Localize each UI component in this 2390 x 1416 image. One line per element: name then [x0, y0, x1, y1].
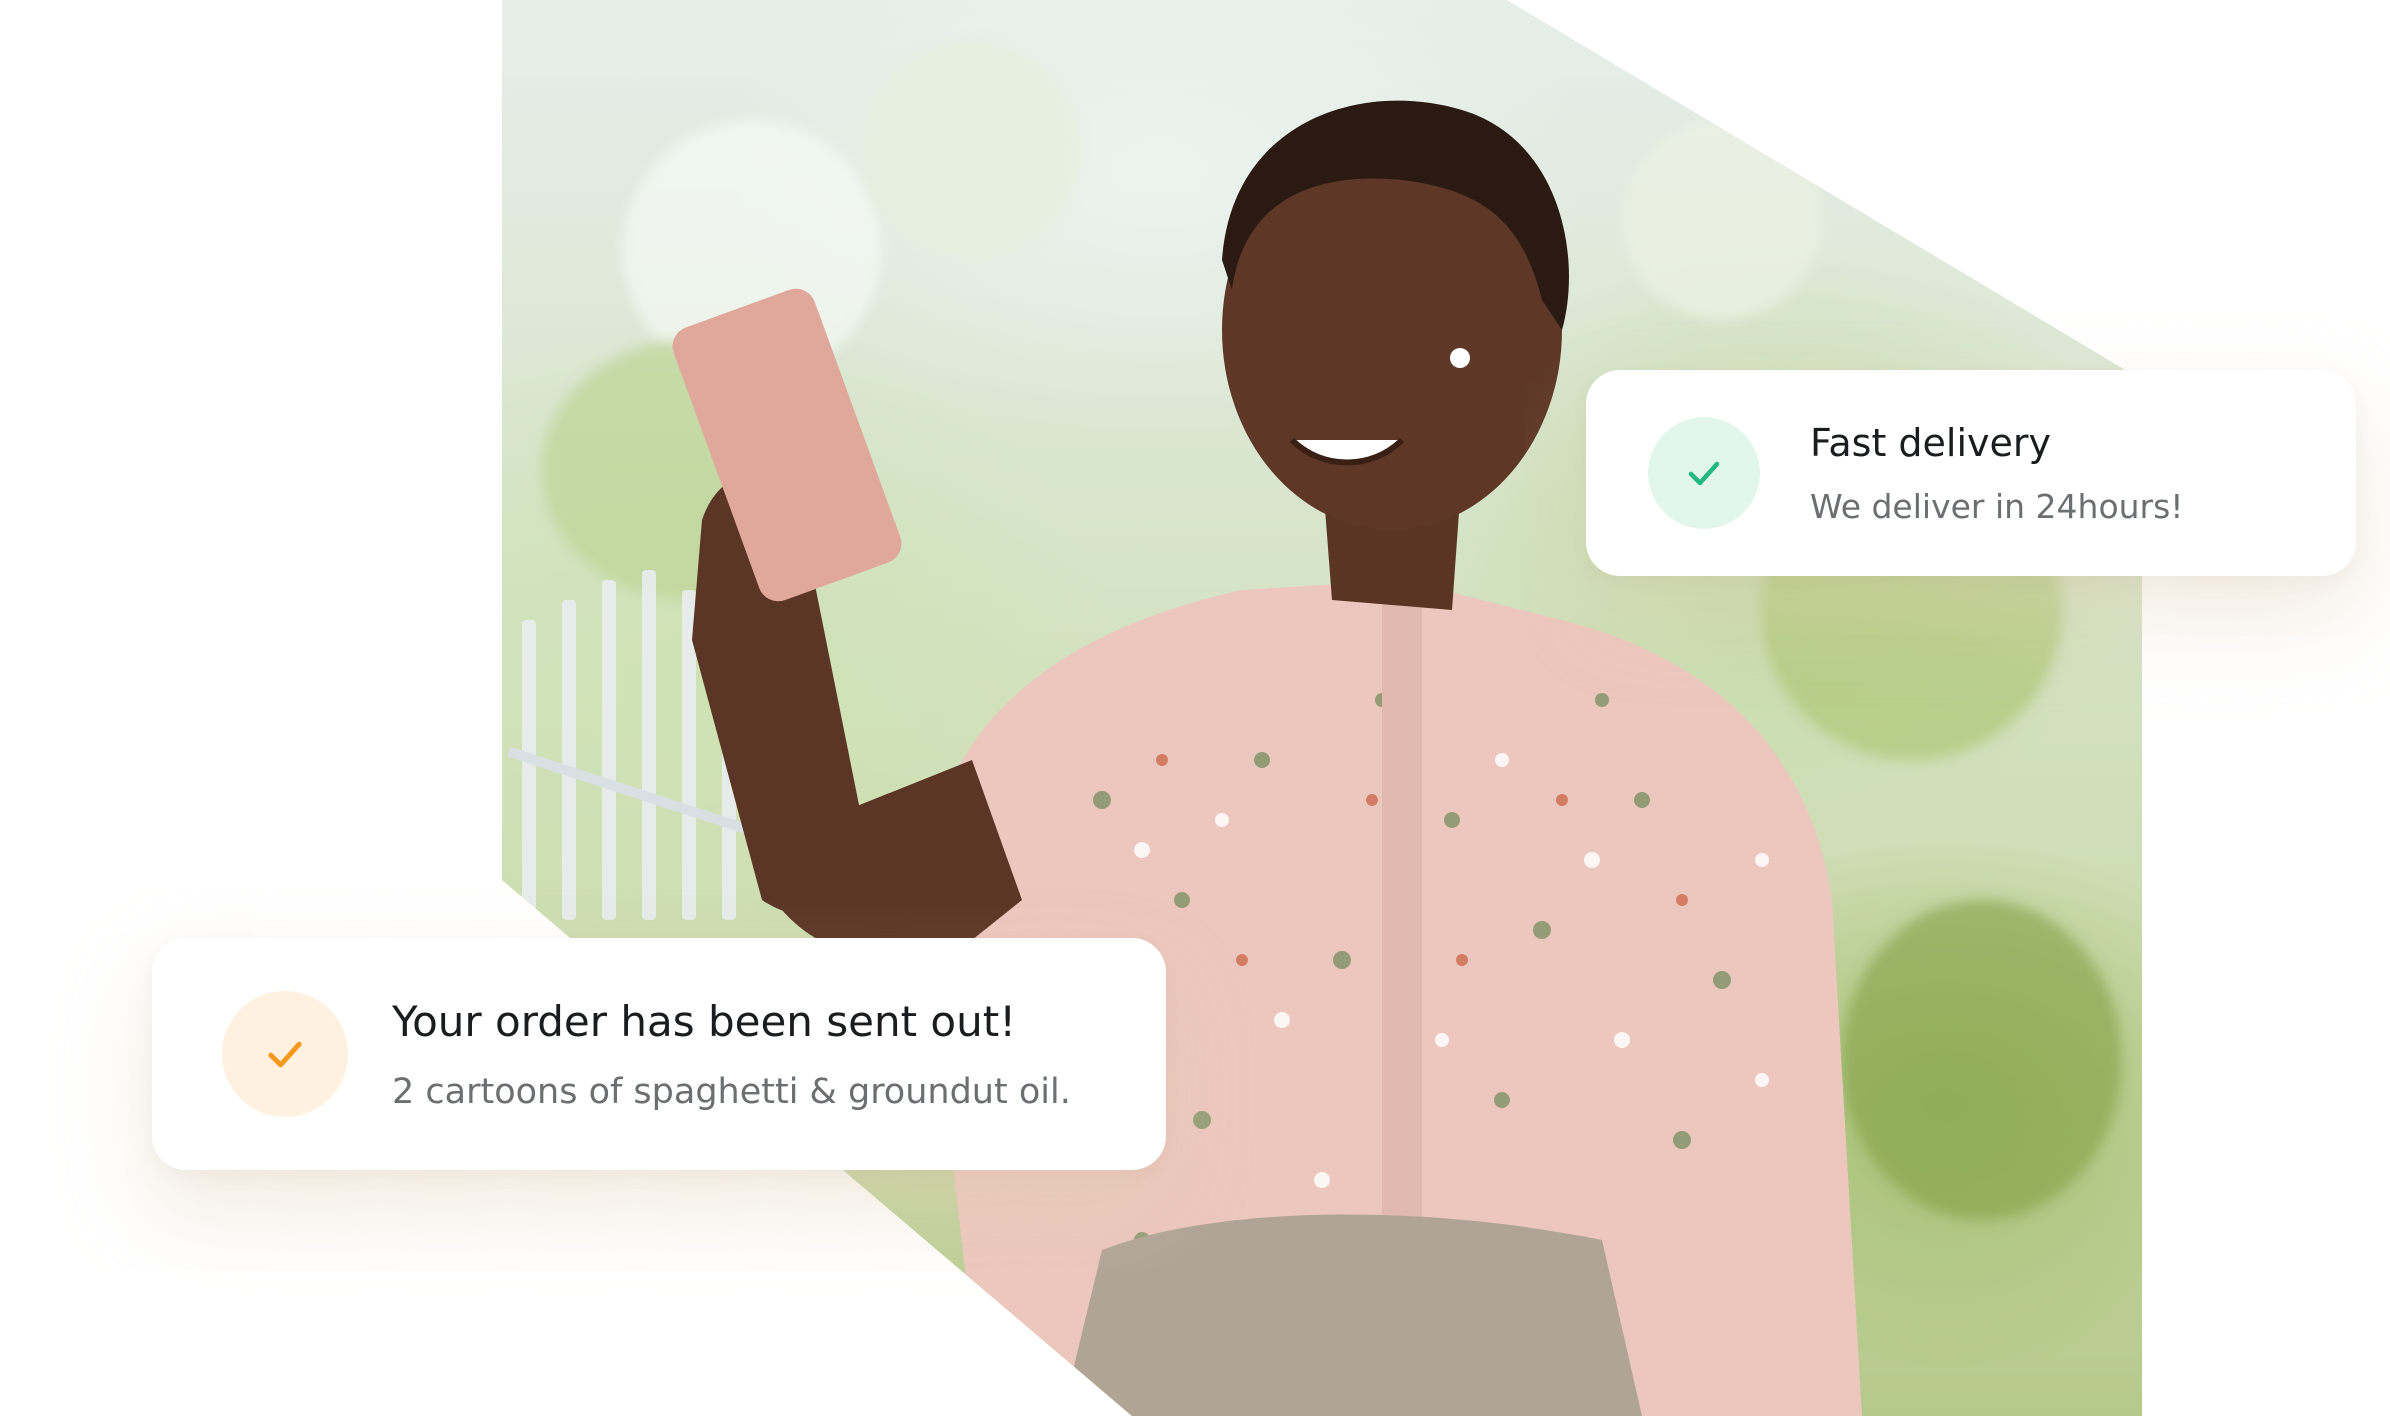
fast-delivery-title: Fast delivery	[1810, 420, 2052, 465]
check-icon	[1688, 461, 1720, 486]
order-sent-subtitle: 2 cartoons of spaghetti & groundut oil.	[392, 1071, 1071, 1112]
fast-delivery-subtitle: We deliver in 24hours!	[1810, 486, 2184, 526]
order-sent-badge	[222, 991, 348, 1117]
check-icon	[268, 1041, 302, 1068]
hero-photo	[502, 0, 2142, 1416]
order-sent-text: Your order has been sent out! 2 cartoons…	[392, 997, 1071, 1112]
woman-with-phone-icon	[672, 100, 1862, 1416]
fast-delivery-badge	[1648, 417, 1760, 529]
hero-illustration: Fast delivery We deliver in 24hours! You…	[0, 0, 2390, 1416]
fast-delivery-text: Fast delivery We deliver in 24hours!	[1810, 421, 2184, 526]
order-sent-card: Your order has been sent out! 2 cartoons…	[152, 938, 1166, 1170]
order-sent-title: Your order has been sent out!	[392, 996, 1017, 1046]
fast-delivery-card: Fast delivery We deliver in 24hours!	[1586, 370, 2356, 576]
